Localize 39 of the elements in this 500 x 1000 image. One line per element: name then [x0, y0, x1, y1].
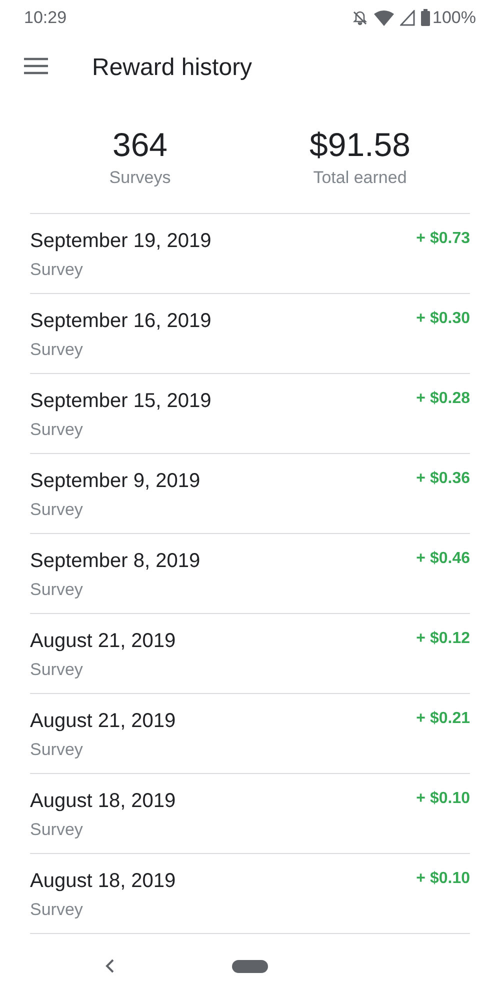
stat-label: Total earned	[313, 168, 407, 188]
reward-amount: + $0.73	[416, 229, 470, 249]
reward-date: September 16, 2019	[30, 309, 212, 333]
reward-type: Survey	[30, 660, 84, 680]
reward-amount: + $0.46	[416, 549, 470, 569]
battery-icon	[420, 9, 430, 26]
reward-type: Survey	[30, 740, 84, 760]
status-time: 10:29	[24, 8, 67, 28]
stat-label: Surveys	[109, 168, 171, 188]
reward-date: September 9, 2019	[30, 469, 200, 493]
reward-amount: + $0.28	[416, 389, 470, 409]
reward-date: September 19, 2019	[30, 229, 212, 253]
bell-off-icon	[352, 10, 368, 26]
reward-type: Survey	[30, 900, 84, 920]
reward-amount: + $0.36	[416, 469, 470, 489]
reward-amount: + $0.10	[416, 869, 470, 889]
screen-title: Reward history	[92, 54, 252, 82]
reward-type: Survey	[30, 260, 84, 280]
reward-date: September 8, 2019	[30, 549, 200, 573]
reward-date: September 15, 2019	[30, 389, 212, 413]
reward-amount: + $0.21	[416, 709, 470, 729]
signal-icon	[400, 10, 415, 26]
reward-date: August 21, 2019	[30, 709, 176, 733]
home-button[interactable]	[232, 960, 268, 973]
stat-value: $91.58	[310, 126, 410, 164]
reward-amount: + $0.30	[416, 309, 470, 329]
reward-date: August 21, 2019	[30, 629, 176, 653]
reward-amount: + $0.12	[416, 629, 470, 649]
reward-type: Survey	[30, 500, 84, 520]
stat-value: 364	[112, 126, 168, 164]
battery-level: 100%	[432, 8, 476, 28]
reward-date: August 18, 2019	[30, 869, 176, 893]
reward-amount: + $0.10	[416, 789, 470, 809]
reward-type: Survey	[30, 820, 84, 840]
reward-date: August 18, 2019	[30, 789, 176, 813]
wifi-icon	[374, 10, 394, 26]
reward-type: Survey	[30, 580, 84, 600]
reward-type: Survey	[30, 340, 84, 360]
reward-type: Survey	[30, 420, 84, 440]
